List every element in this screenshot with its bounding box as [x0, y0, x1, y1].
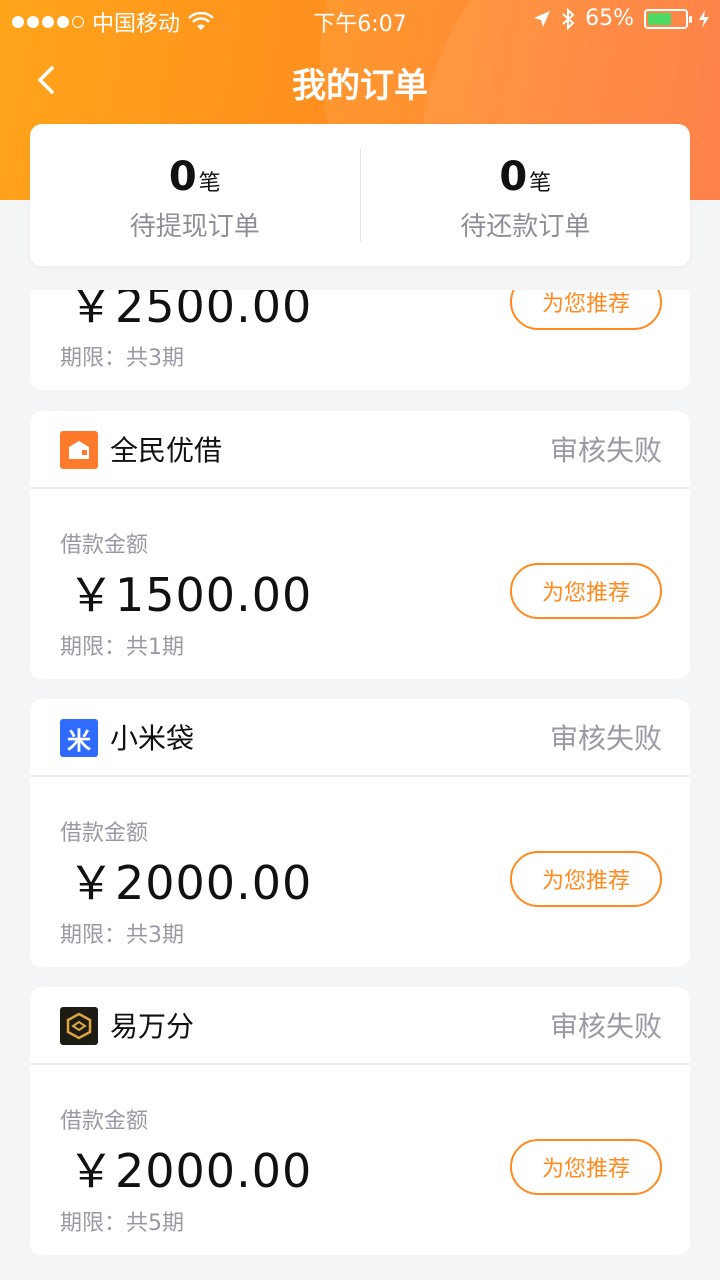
pending-repay-count: 0 [499, 154, 528, 200]
loan-term: 期限：共5期 [60, 1211, 184, 1236]
status-bar: 中国移动 下午6:07 65% [0, 0, 720, 40]
quanmin-logo-icon [60, 431, 98, 469]
loan-amount: ￥1500.00 [68, 568, 313, 622]
yiwanfen-logo-icon [60, 1007, 98, 1045]
recommend-button[interactable]: 为您推荐 [510, 563, 662, 619]
amount-label: 借款金额 [60, 821, 149, 846]
order-card: ￥2500.00 期限：共3期 为您推荐 [30, 290, 690, 390]
amount-label: 借款金额 [60, 533, 149, 558]
xiaomidai-logo-icon: 米 [60, 719, 98, 757]
pending-withdraw-summary[interactable]: 0笔 待提现订单 [30, 124, 360, 266]
recommend-button[interactable]: 为您推荐 [510, 851, 662, 907]
order-list[interactable]: ￥2500.00 期限：共3期 为您推荐 全民优借 审核失败 借款金额 ￥150… [30, 290, 690, 1280]
page-title: 我的订单 [292, 66, 428, 106]
navigation-bar: 我的订单 [0, 40, 720, 120]
pending-withdraw-label: 待提现订单 [129, 212, 260, 242]
product-name: 易万分 [110, 1010, 195, 1043]
order-card: 易万分 审核失败 借款金额 ￥2000.00 期限：共5期 为您推荐 [30, 987, 690, 1255]
status-badge: 审核失败 [549, 722, 662, 755]
count-unit: 笔 [198, 171, 221, 196]
location-icon [534, 10, 551, 27]
bluetooth-icon [562, 7, 575, 30]
recommend-button[interactable]: 为您推荐 [510, 1139, 662, 1195]
count-unit: 笔 [529, 171, 552, 196]
loan-term: 期限：共3期 [60, 923, 184, 948]
product-name: 全民优借 [110, 434, 223, 467]
battery-icon [644, 8, 692, 29]
order-card: 全民优借 审核失败 借款金额 ￥1500.00 期限：共1期 为您推荐 [30, 411, 690, 679]
loan-term: 期限：共1期 [60, 635, 184, 660]
charging-icon [699, 9, 709, 28]
loan-amount: ￥2500.00 [68, 290, 313, 333]
loan-term: 期限：共3期 [60, 346, 184, 371]
product-name: 小米袋 [110, 722, 195, 755]
status-badge: 审核失败 [549, 1010, 662, 1043]
amount-label: 借款金额 [60, 1109, 149, 1134]
order-summary-card: 0笔 待提现订单 0笔 待还款订单 [30, 124, 690, 266]
order-card: 米 小米袋 审核失败 借款金额 ￥2000.00 期限：共3期 为您推荐 [30, 699, 690, 967]
pending-withdraw-count: 0 [168, 154, 197, 200]
loan-amount: ￥2000.00 [68, 856, 313, 910]
pending-repay-label: 待还款订单 [460, 212, 591, 242]
battery-percent: 65% [585, 6, 634, 31]
loan-amount: ￥2000.00 [68, 1144, 313, 1198]
status-badge: 审核失败 [549, 434, 662, 467]
recommend-button[interactable]: 为您推荐 [510, 290, 662, 330]
pending-repay-summary[interactable]: 0笔 待还款订单 [361, 124, 691, 266]
